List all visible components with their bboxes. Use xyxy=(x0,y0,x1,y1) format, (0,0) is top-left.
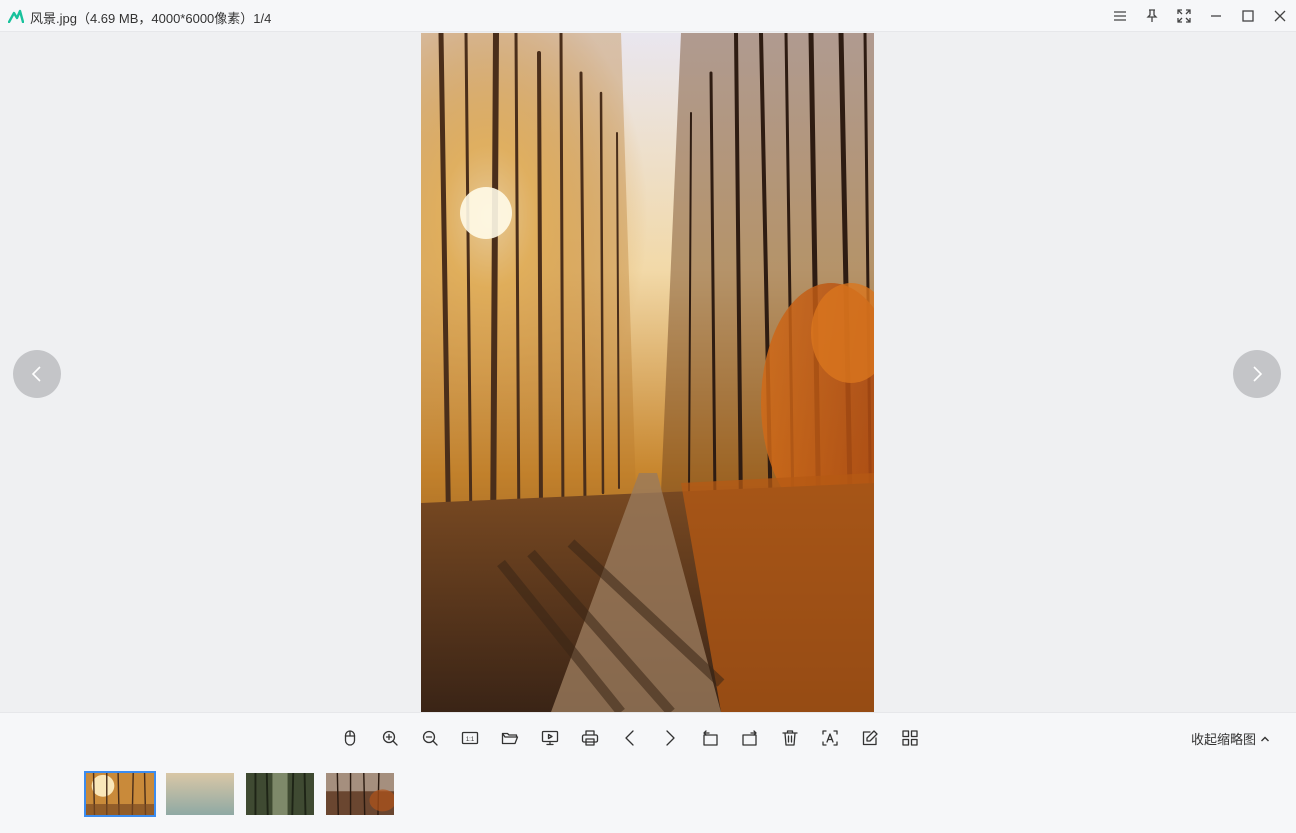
fullscreen-icon[interactable] xyxy=(1168,0,1200,32)
window-title: 风景.jpg（4.69 MB，4000*6000像素）1/4 xyxy=(30,11,272,26)
ocr-icon[interactable] xyxy=(810,725,850,751)
thumbnail-4[interactable] xyxy=(324,771,396,817)
bottom-panel: 1:1 收起缩略图 xyxy=(0,712,1296,833)
grid-view-icon[interactable] xyxy=(890,725,930,751)
rotate-right-icon[interactable] xyxy=(730,725,770,751)
thumbnail-strip xyxy=(84,771,396,817)
app-logo-icon xyxy=(8,9,24,23)
thumbnail-2[interactable] xyxy=(164,771,236,817)
actual-size-icon[interactable]: 1:1 xyxy=(450,725,490,751)
print-icon[interactable] xyxy=(570,725,610,751)
collapse-label: 收起缩略图 xyxy=(1190,732,1256,747)
chevron-right-icon xyxy=(1253,366,1263,382)
previous-icon[interactable] xyxy=(610,725,650,751)
edit-icon[interactable] xyxy=(850,725,890,751)
thumbnail-3[interactable] xyxy=(244,771,316,817)
toolbar: 1:1 xyxy=(330,725,930,751)
main-photo[interactable] xyxy=(421,33,874,712)
next-image-button[interactable] xyxy=(1233,350,1281,398)
delete-icon[interactable] xyxy=(770,725,810,751)
pin-icon[interactable] xyxy=(1136,0,1168,32)
open-folder-icon[interactable] xyxy=(490,725,530,751)
image-viewer xyxy=(0,33,1296,712)
mouse-icon[interactable] xyxy=(330,725,370,751)
close-icon[interactable] xyxy=(1264,0,1296,32)
next-icon[interactable] xyxy=(650,725,690,751)
window-controls xyxy=(1104,0,1296,32)
zoom-out-icon[interactable] xyxy=(410,725,450,751)
minimize-icon[interactable] xyxy=(1200,0,1232,32)
svg-text:1:1: 1:1 xyxy=(466,737,475,743)
slideshow-icon[interactable] xyxy=(530,725,570,751)
chevron-up-icon xyxy=(1261,736,1269,741)
collapse-thumbnails-button[interactable]: 收起缩略图 xyxy=(1191,729,1270,748)
zoom-in-icon[interactable] xyxy=(370,725,410,751)
maximize-icon[interactable] xyxy=(1232,0,1264,32)
thumbnail-1[interactable] xyxy=(84,771,156,817)
rotate-left-icon[interactable] xyxy=(690,725,730,751)
menu-icon[interactable] xyxy=(1104,0,1136,32)
chevron-left-icon xyxy=(31,366,41,382)
title-bar: 风景.jpg（4.69 MB，4000*6000像素）1/4 xyxy=(0,0,1296,32)
previous-image-button[interactable] xyxy=(13,350,61,398)
